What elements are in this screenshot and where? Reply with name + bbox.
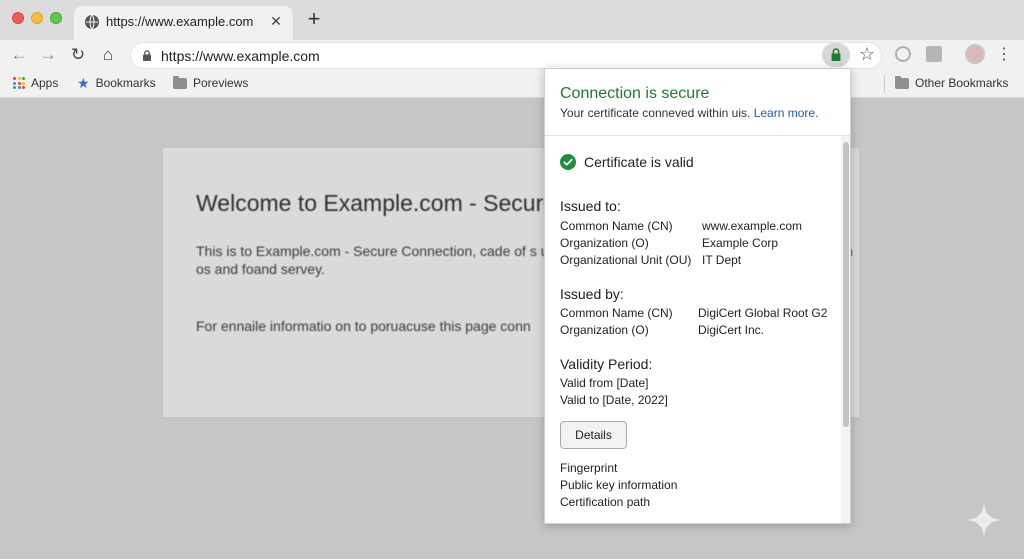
site-info-button[interactable] xyxy=(822,43,850,67)
folder-icon xyxy=(173,75,187,89)
scrollbar-thumb[interactable] xyxy=(843,142,849,427)
window-close-button[interactable] xyxy=(12,12,24,24)
bookmarks-bar: Apps ★ Bookmarks Poreviews Other Bookmar… xyxy=(0,70,1024,98)
issued-by-value: DigiCert Global Root G2 xyxy=(698,306,828,320)
page-title: Welcome to Example.com - Secure xyxy=(196,190,557,216)
issued-by-key: Common Name (CN) xyxy=(560,306,673,320)
bookmark-label: Other Bookmarks xyxy=(915,76,1009,90)
bookmark-folder-previews[interactable]: Poreviews xyxy=(173,75,249,90)
issued-to-key: Organizational Unit (OU) xyxy=(560,253,692,267)
valid-from: Valid from [Date] xyxy=(560,376,649,390)
toolbar: ← → ↻ ⌂ https://www.example.com ☆ ⋮ xyxy=(0,40,1024,70)
connection-info-popup: Connection is secure Your certificate co… xyxy=(544,68,851,524)
popup-subtitle-text: Your certificate conneved within uis. xyxy=(560,106,751,120)
validity-heading: Validity Period: xyxy=(560,356,653,372)
bookmark-label: Poreviews xyxy=(193,76,249,90)
public-key-link[interactable]: Public key information xyxy=(560,478,677,492)
bookmark-label: Bookmarks xyxy=(95,76,156,90)
close-icon[interactable]: ✕ xyxy=(267,12,285,30)
learn-more-link[interactable]: Learn more. xyxy=(754,106,819,120)
page-viewport: Welcome to Example.com - Secure This is … xyxy=(0,99,1024,559)
star-icon: ★ xyxy=(77,75,90,91)
lock-icon xyxy=(831,48,841,61)
issued-to-heading: Issued to: xyxy=(560,198,621,214)
address-bar[interactable]: https://www.example.com xyxy=(130,42,882,69)
star-icon[interactable]: ☆ xyxy=(856,42,878,66)
url-text[interactable]: https://www.example.com xyxy=(161,48,320,64)
extension-icon[interactable] xyxy=(926,46,942,62)
certification-path-link[interactable]: Certification path xyxy=(560,495,650,509)
bookmark-folder-other[interactable]: Other Bookmarks xyxy=(895,75,1009,90)
apps-grid-icon xyxy=(13,77,25,89)
avatar[interactable] xyxy=(965,44,985,64)
details-button[interactable]: Details xyxy=(560,421,627,449)
forward-icon[interactable]: → xyxy=(37,44,59,66)
tab-title: https://www.example.com xyxy=(106,14,254,29)
bookmark-label: Apps xyxy=(31,76,59,90)
browser-tab[interactable]: https://www.example.com ✕ xyxy=(74,6,293,40)
globe-icon xyxy=(85,14,99,30)
issued-to-value: www.example.com xyxy=(702,219,803,233)
issued-by-value: DigiCert Inc. xyxy=(698,323,765,337)
fingerprint-link[interactable]: Fingerprint xyxy=(560,461,617,475)
certificate-valid-row[interactable]: Certificate is valid xyxy=(560,154,694,170)
sparkle-icon xyxy=(967,503,1001,537)
back-icon[interactable]: ← xyxy=(8,44,30,66)
popup-header: Connection is secure Your certificate co… xyxy=(545,69,850,136)
issued-by-key: Organization (O) xyxy=(560,323,649,337)
certificate-valid-text: Certificate is valid xyxy=(584,154,694,170)
popup-subtitle: Your certificate conneved within uis. Le… xyxy=(560,106,818,120)
popup-title: Connection is secure xyxy=(560,85,710,102)
tab-strip: https://www.example.com ✕ + xyxy=(0,0,1024,40)
issued-to-value: Example Corp xyxy=(702,236,779,250)
divider xyxy=(884,75,885,93)
popup-scrollbar[interactable] xyxy=(841,136,850,523)
issued-to-key: Organization (O) xyxy=(560,236,649,250)
lock-icon[interactable] xyxy=(142,50,152,61)
bookmark-apps[interactable]: Apps xyxy=(13,76,58,90)
issued-by-heading: Issued by: xyxy=(560,286,624,302)
home-icon[interactable]: ⌂ xyxy=(97,44,119,66)
check-circle-icon xyxy=(560,154,576,170)
window-minimize-button[interactable] xyxy=(31,12,43,24)
issued-to-value: IT Dept xyxy=(702,253,742,267)
window-maximize-button[interactable] xyxy=(50,12,62,24)
plus-icon[interactable]: + xyxy=(303,8,325,31)
folder-icon xyxy=(895,75,909,89)
bookmark-bookmarks[interactable]: ★ Bookmarks xyxy=(77,76,156,90)
valid-to: Valid to [Date, 2022] xyxy=(560,393,668,407)
extension-icon[interactable] xyxy=(895,46,911,62)
popup-body: Certificate is valid Issued to: Common N… xyxy=(545,136,841,523)
more-vert-icon[interactable]: ⋮ xyxy=(996,43,1012,67)
issued-to-key: Common Name (CN) xyxy=(560,219,673,233)
reload-icon[interactable]: ↻ xyxy=(67,44,89,66)
